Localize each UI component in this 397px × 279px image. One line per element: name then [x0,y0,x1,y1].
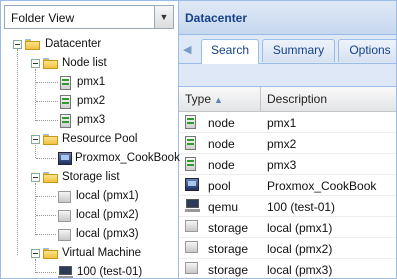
folder-icon [43,58,58,69]
panel-header: Datacenter [179,1,396,35]
tree-item-storage-pmx2[interactable]: local (pmx2) [1,206,178,225]
folder-icon [43,172,58,183]
server-icon [60,95,71,109]
tree-item-node-list[interactable]: Node list [1,54,178,73]
tree-item-label: Datacenter [45,38,102,50]
folder-icon [43,248,58,259]
server-icon [185,136,196,150]
cell-type: pool [208,179,231,193]
tab-search[interactable]: Search [201,39,259,64]
cell-type: storage [208,242,249,256]
cell-description: pmx1 [267,116,297,130]
tree-item-datacenter[interactable]: Datacenter [1,35,178,54]
cell-description: Proxmox_CookBook [267,179,377,193]
tab-summary[interactable]: Summary [262,39,335,62]
panel-title: Datacenter [185,11,248,25]
disk-icon [185,241,198,253]
table-row[interactable]: node pmx2 [179,133,396,154]
cell-type: storage [208,221,249,235]
tree-item-label: local (pmx1) [76,190,139,202]
tree-item-pmx2[interactable]: pmx2 [1,92,178,111]
cell-description: local (pmx3) [267,263,333,277]
tree-item-proxmox-cookbook[interactable]: Proxmox_CookBook [1,143,180,168]
datacenter-panel: Datacenter ◀ Search Summary Options Type… [179,1,396,278]
view-selector[interactable]: Folder View ▼ [4,5,174,29]
disk-icon [58,210,71,222]
collapse-icon[interactable] [13,40,22,49]
table-row[interactable]: node pmx3 [179,154,396,175]
tree-item-vm-100[interactable]: 100 (test-01) [1,263,178,278]
cell-type: node [208,137,235,151]
cell-description: 100 (test-01) [267,200,336,214]
tree-item-label: Proxmox_CookBook [75,152,180,164]
tab-options[interactable]: Options [338,39,396,62]
tree-item-label: Virtual Machine [62,247,142,259]
pool-icon [185,178,199,191]
collapse-icon[interactable] [31,173,40,182]
cell-description: pmx2 [267,137,297,151]
tab-label: Options [349,43,391,57]
disk-icon [58,229,71,241]
server-icon [60,76,71,90]
tab-label: Search [210,43,250,57]
tab-label: Summary [272,43,325,57]
tree-item-label: 100 (test-01) [77,266,143,278]
column-label: Description [267,92,328,106]
tree-item-label: Storage list [62,171,120,183]
tree-item-storage-pmx1[interactable]: local (pmx1) [1,187,178,206]
cell-type: node [208,158,235,172]
disk-icon [185,220,198,232]
collapse-icon[interactable] [31,249,40,258]
table-row[interactable]: node pmx1 [179,112,396,133]
chevron-down-icon[interactable]: ▼ [154,6,173,28]
tree-item-pmx3[interactable]: pmx3 [1,111,178,130]
cell-description: local (pmx2) [267,242,333,256]
cell-type: qemu [208,200,239,214]
cell-type: storage [208,263,249,277]
tree-item-label: pmx1 [77,76,106,88]
server-icon [60,114,71,128]
tree-item-virtual-machine[interactable]: Virtual Machine [1,244,178,263]
grid-header: Type ▲ Description [179,87,396,112]
column-label: Type [185,92,212,106]
table-row[interactable]: storage local (pmx3) [179,259,396,278]
tree-item-storage-pmx3[interactable]: local (pmx3) [1,225,178,244]
tree-item-label: pmx2 [77,95,106,107]
sort-ascending-icon: ▲ [214,95,223,105]
server-icon [185,157,196,171]
tree-item-pmx1[interactable]: pmx1 [1,73,178,92]
table-row[interactable]: storage local (pmx1) [179,217,396,238]
view-selector-value: Folder View [11,11,75,25]
table-row[interactable]: qemu 100 (test-01) [179,196,396,217]
tree-item-label: local (pmx2) [76,209,139,221]
column-header-description[interactable]: Description [261,87,396,111]
cell-description: local (pmx1) [267,221,333,235]
table-row[interactable]: storage local (pmx2) [179,238,396,259]
collapse-icon[interactable] [31,59,40,68]
tab-scroll-left-icon[interactable]: ◀ [183,41,197,59]
tree-item-label: pmx3 [77,114,106,126]
toolbar [179,64,396,87]
tree-item-label: local (pmx3) [76,228,139,240]
app-window: Folder View ▼ Datacenter Node list pmx1 … [0,0,397,279]
column-header-type[interactable]: Type ▲ [179,87,261,111]
folder-icon [43,134,58,145]
table-row[interactable]: pool Proxmox_CookBook [179,175,396,196]
vm-icon [58,266,73,278]
disk-icon [185,262,198,274]
tab-bar: ◀ Search Summary Options [179,35,396,64]
pool-icon [58,152,72,165]
tree-item-label: Resource Pool [62,133,138,145]
resource-tree-panel: Folder View ▼ Datacenter Node list pmx1 … [1,1,180,278]
tree-item-resource-pool[interactable]: Resource Pool [1,130,178,149]
cell-type: node [208,116,235,130]
cell-description: pmx3 [267,158,297,172]
tree-item-storage-list[interactable]: Storage list [1,168,178,187]
vm-icon [185,199,200,212]
disk-icon [58,191,71,203]
folder-icon [25,39,40,50]
tree-item-label: Node list [62,57,107,69]
server-icon [185,115,196,129]
